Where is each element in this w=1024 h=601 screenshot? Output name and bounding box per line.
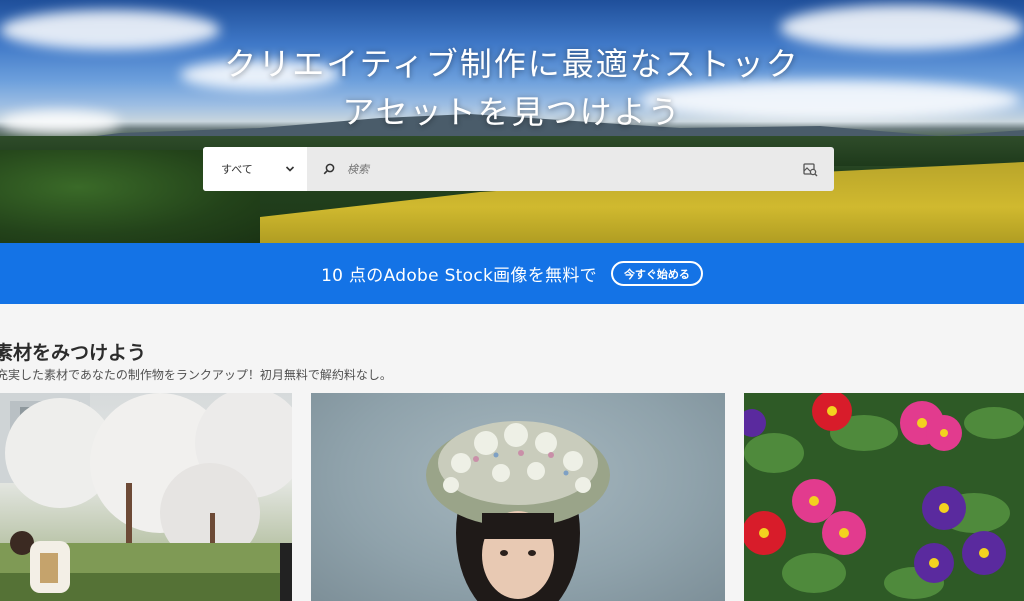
primrose-image [744, 393, 1024, 601]
chevron-down-icon [285, 166, 295, 172]
category-select-label: すべて [221, 163, 253, 176]
hero-title-line1: クリエイティブ制作に最適なストック [224, 45, 800, 83]
image-thumbnail-flower-crown[interactable] [311, 393, 725, 601]
image-thumbnail-cherry-blossoms[interactable] [0, 393, 292, 601]
image-thumbnail-primroses[interactable] [744, 393, 1024, 601]
start-now-button[interactable]: 今すぐ始める [610, 261, 703, 286]
visual-search-icon[interactable] [802, 161, 818, 177]
banner-text: 10 点のAdobe Stock画像を無料で [321, 266, 597, 286]
hero-banner: クリエイティブ制作に最適なストック アセットを見つけよう すべて [0, 0, 1024, 243]
search-input[interactable] [347, 162, 767, 176]
cherry-blossom-image [0, 393, 292, 601]
hero-title: クリエイティブ制作に最適なストック アセットを見つけよう [0, 40, 1024, 136]
section-title: 素材をみつけよう [0, 342, 147, 364]
search-bar: すべて [203, 147, 834, 191]
flower-crown-image [426, 421, 610, 601]
free-trial-banner: 10 点のAdobe Stock画像を無料で 今すぐ始める [0, 243, 1024, 304]
section-subtitle: 充実した素材であなたの制作物をランクアップ！初月無料で解約料なし。 [0, 368, 392, 382]
search-icon [323, 163, 335, 175]
search-field[interactable] [307, 147, 802, 191]
category-select[interactable]: すべて [203, 147, 307, 191]
hero-title-line2: アセットを見つけよう [342, 93, 682, 131]
